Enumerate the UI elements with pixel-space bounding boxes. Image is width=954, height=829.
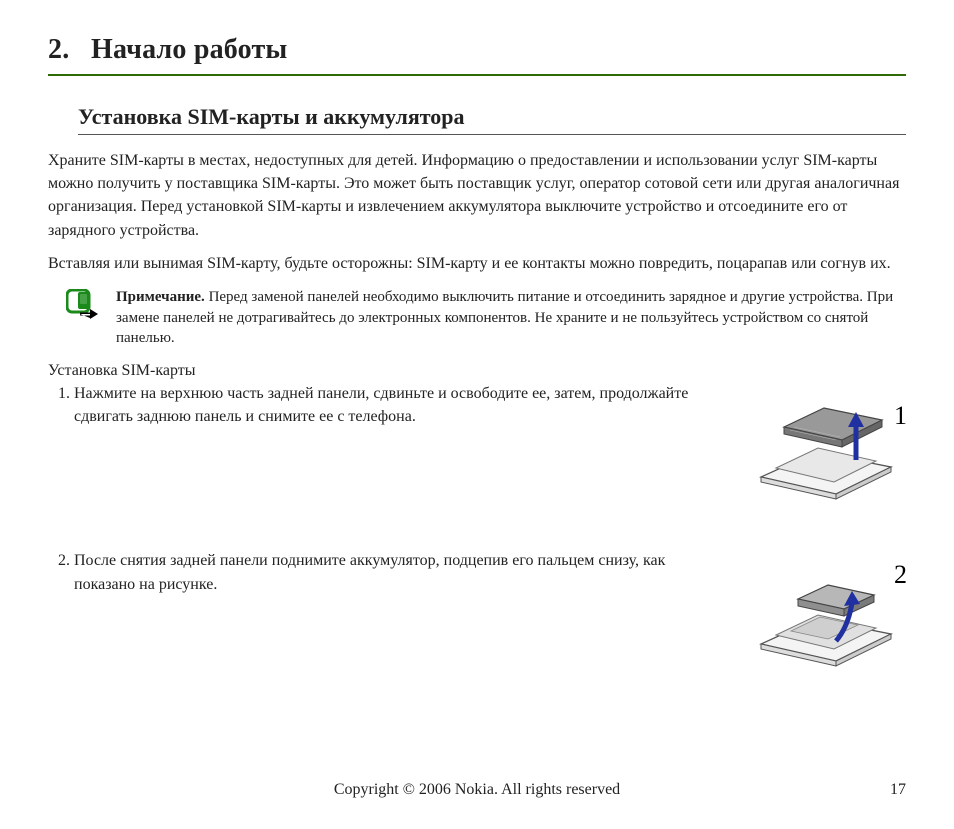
paragraph: Храните SIM-карты в местах, недоступных … [48,149,906,242]
chapter-number: 2. [48,34,69,65]
figure-label: 1 [894,401,906,430]
note-icon [66,289,102,326]
document-page: 2. Начало работы Установка SIM-карты и а… [0,0,954,829]
note-label: Примечание. [116,289,205,305]
step-figure: 1 [756,382,906,509]
steps-list: Нажмите на верхнюю часть задней панели, … [48,382,906,676]
section-heading: Установка SIM-карты и аккумулятора [78,104,906,135]
step-figure: 2 [756,549,906,676]
list-item: После снятия задней панели поднимите акк… [74,549,906,676]
note-body: Перед заменой панелей необходимо выключи… [116,289,893,346]
figure-label: 2 [894,560,906,589]
page-number: 17 [866,781,906,799]
chapter-heading: 2. Начало работы [48,34,906,76]
step-text: Нажмите на верхнюю часть задней панели, … [74,382,726,428]
paragraph: Вставляя или вынимая SIM-карту, будьте о… [48,252,906,275]
list-item: Нажмите на верхнюю часть задней панели, … [74,382,906,509]
page-footer: Copyright © 2006 Nokia. All rights reser… [48,781,906,799]
copyright-text: Copyright © 2006 Nokia. All rights reser… [88,781,866,799]
note-block: Примечание. Перед заменой панелей необхо… [66,287,906,349]
chapter-title: Начало работы [91,34,287,65]
note-text: Примечание. Перед заменой панелей необхо… [116,287,906,349]
body-content: Храните SIM-карты в местах, недоступных … [48,139,906,687]
subheading: Установка SIM-карты [48,359,906,382]
step-text: После снятия задней панели поднимите акк… [74,549,726,595]
